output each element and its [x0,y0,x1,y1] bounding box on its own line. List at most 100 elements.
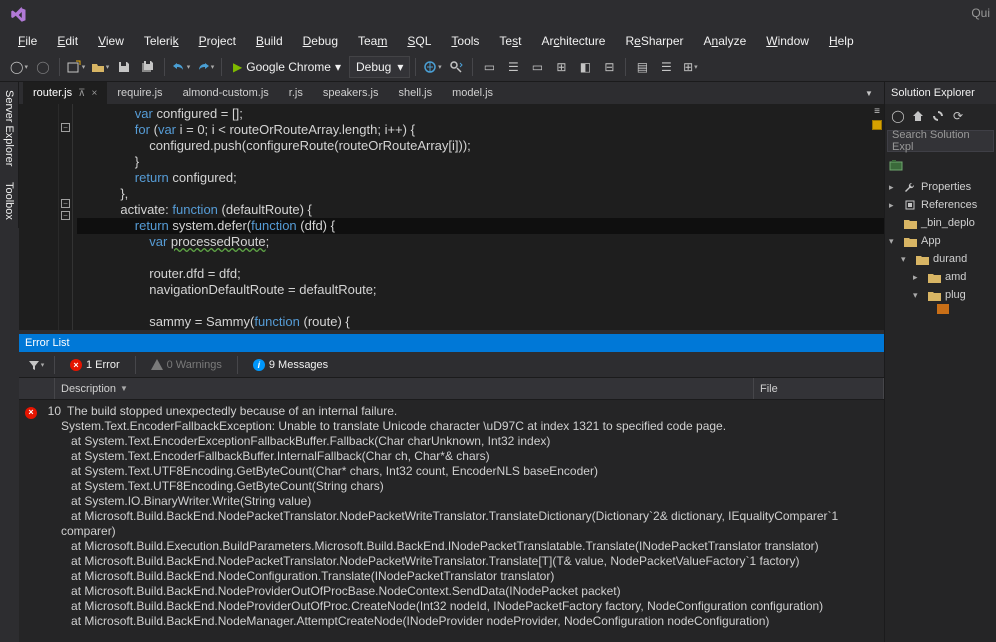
redo-button[interactable]: ▾ [194,56,216,78]
tree-item-properties[interactable]: ▸Properties [885,178,996,196]
start-debug-button[interactable]: ▶ Google Chrome ▾ [227,56,347,78]
tool-btn-8[interactable]: ☰ [655,56,677,78]
error-list-body[interactable]: × 10 The build stopped unexpectedly beca… [19,400,884,642]
code-line[interactable]: var processedRoute; [77,234,884,250]
sol-refresh-button[interactable]: ⟳ [949,107,967,125]
scrollbar-warning-indicator[interactable] [872,120,882,130]
menu-edit[interactable]: Edit [47,32,88,50]
menu-help[interactable]: Help [819,32,864,50]
menu-build[interactable]: Build [246,32,293,50]
pin-icon[interactable]: ⊼ [78,88,85,99]
menu-project[interactable]: Project [189,32,246,50]
code-line[interactable]: sammy = Sammy(function (route) { [77,314,884,330]
nav-back-button[interactable]: ◯▾ [8,56,30,78]
tree-item-app[interactable]: ▾App [885,232,996,250]
fold-toggle[interactable]: − [61,211,70,220]
sol-sync-button[interactable] [929,107,947,125]
doc-tab-almond-custom-js[interactable]: almond-custom.js [173,82,279,104]
tool-btn-1[interactable]: ▭ [478,56,500,78]
tool-btn-5[interactable]: ◧ [574,56,596,78]
code-line[interactable]: }, [77,186,884,202]
undo-button[interactable]: ▾ [170,56,192,78]
code-line[interactable] [77,250,884,266]
fold-toggle[interactable]: − [61,123,70,132]
menu-architecture[interactable]: Architecture [531,32,615,50]
error-list-title[interactable]: Error List [19,334,884,352]
expand-toggle-icon[interactable]: ▾ [901,254,911,265]
code-editor[interactable]: − − − var configured = []; for (var i = … [19,104,884,330]
close-icon[interactable]: × [91,88,97,99]
menu-tools[interactable]: Tools [441,32,489,50]
errors-filter[interactable]: × 1 Error [62,357,128,373]
tool-btn-2[interactable]: ☰ [502,56,524,78]
open-file-button[interactable]: ▾ [89,56,111,78]
find-button[interactable] [445,56,467,78]
code-line[interactable]: return system.defer(function (dfd) { [77,218,884,234]
tool-btn-3[interactable]: ▭ [526,56,548,78]
tree-item-references[interactable]: ▸References [885,196,996,214]
code-line[interactable]: router.dfd = dfd; [77,266,884,282]
doc-tab-model-js[interactable]: model.js [442,82,503,104]
doc-tab-router-js[interactable]: router.js⊼× [23,82,107,104]
col-description[interactable]: Description ▼ [55,378,754,399]
menu-debug[interactable]: Debug [293,32,348,50]
toolbox-tab[interactable]: Toolbox [0,174,19,228]
new-project-button[interactable]: ▾ [65,56,87,78]
tool-btn-6[interactable]: ⊟ [598,56,620,78]
server-explorer-tab[interactable]: Server Explorer [0,82,19,174]
code-content[interactable]: var configured = []; for (var i = 0; i <… [73,104,884,330]
expand-toggle-icon[interactable]: ▸ [889,200,899,211]
messages-filter[interactable]: i 9 Messages [245,357,336,373]
doc-tab-require-js[interactable]: require.js [107,82,172,104]
menu-telerik[interactable]: Telerik [134,32,189,50]
code-line[interactable]: navigationDefaultRoute = defaultRoute; [77,282,884,298]
code-line[interactable]: return configured; [77,170,884,186]
sol-home-button[interactable] [909,107,927,125]
save-button[interactable] [113,56,135,78]
menu-sql[interactable]: SQL [397,32,441,50]
col-file[interactable]: File [754,378,884,399]
tool-btn-7[interactable]: ▤ [631,56,653,78]
solution-tree[interactable]: ▸Properties▸References_bin_deplo▾App▾dur… [885,176,996,642]
col-icon[interactable] [19,378,55,399]
error-row[interactable]: × 10 The build stopped unexpectedly beca… [25,404,878,419]
sol-back-button[interactable]: ◯ [889,107,907,125]
tree-item-durand[interactable]: ▾durand [885,250,996,268]
menu-team[interactable]: Team [348,32,397,50]
filter-dropdown-button[interactable]: ▾ [25,354,47,376]
tool-btn-9[interactable]: ⊞▾ [679,56,701,78]
solution-config-dropdown[interactable]: Debug ▾ [349,56,410,78]
doc-tab-speakers-js[interactable]: speakers.js [313,82,389,104]
menu-analyze[interactable]: Analyze [694,32,757,50]
code-line[interactable]: configured.push(configureRoute(routeOrRo… [77,138,884,154]
save-all-button[interactable] [137,56,159,78]
tabs-overflow-button[interactable]: ▼ [858,82,880,104]
solution-explorer-title[interactable]: Solution Explorer [885,82,996,104]
solution-search-input[interactable]: Search Solution Expl [887,130,994,152]
expand-toggle-icon[interactable]: ▾ [889,236,899,247]
tree-item-amd[interactable]: ▸amd [885,268,996,286]
tree-item-plug[interactable]: ▾plug [885,286,996,304]
expand-toggle-icon[interactable]: ▸ [889,182,899,193]
doc-tab-shell-js[interactable]: shell.js [388,82,442,104]
menu-test[interactable]: Test [489,32,531,50]
expand-toggle-icon[interactable]: ▾ [913,290,923,301]
code-line[interactable]: var configured = []; [77,106,884,122]
code-line[interactable]: } [77,154,884,170]
expand-toggle-icon[interactable]: ▸ [913,272,923,283]
code-line[interactable]: activate: function (defaultRoute) { [77,202,884,218]
code-line[interactable] [77,298,884,314]
menu-resharper[interactable]: ReSharper [615,32,693,50]
menu-view[interactable]: View [88,32,134,50]
fold-toggle[interactable]: − [61,199,70,208]
menu-window[interactable]: Window [756,32,819,50]
split-editor-button[interactable]: ≡ [871,106,883,118]
menu-file[interactable]: File [8,32,47,50]
browser-link-button[interactable]: ▾ [421,56,443,78]
tree-item--bin-deplo[interactable]: _bin_deplo [885,214,996,232]
warnings-filter[interactable]: 0 Warnings [143,357,230,373]
code-line[interactable]: for (var i = 0; i < routeOrRouteArray.le… [77,122,884,138]
tool-btn-4[interactable]: ⊞ [550,56,572,78]
nav-forward-button[interactable]: ◯ [32,56,54,78]
doc-tab-r-js[interactable]: r.js [279,82,313,104]
